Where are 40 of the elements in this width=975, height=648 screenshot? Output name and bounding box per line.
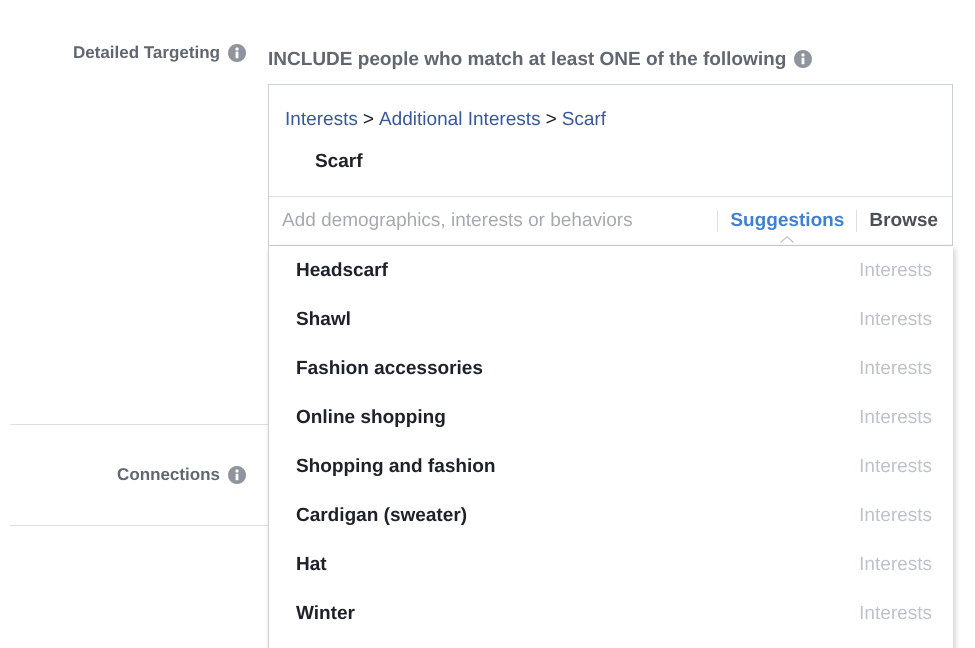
tab[interactable]: Suggestions — [718, 197, 856, 245]
section-heading: INCLUDE people who match at least ONE of the following — [268, 48, 786, 70]
tab[interactable]: Browse — [857, 197, 950, 245]
suggestion-name: Fashion accessories — [296, 357, 483, 380]
suggestion-item[interactable]: Shopping and fashion Interests — [269, 442, 953, 491]
suggestion-name: Hat — [296, 553, 327, 576]
info-icon[interactable] — [794, 50, 812, 68]
suggestion-item[interactable]: Hat Interests — [269, 540, 953, 589]
suggestion-name: Headscarf — [296, 259, 388, 282]
suggestion-category: Interests — [859, 602, 932, 625]
suggestion-item[interactable]: Winter Interests — [269, 589, 953, 638]
info-icon[interactable] — [228, 44, 246, 62]
suggestion-category: Interests — [859, 504, 932, 527]
breadcrumb-separator: > — [362, 108, 374, 131]
suggestion-name: Winter — [296, 602, 355, 625]
section-label: Detailed Targeting — [72, 42, 220, 64]
suggestion-category: Interests — [859, 455, 932, 478]
suggestion-category: Interests — [859, 553, 932, 576]
suggestion-item[interactable]: Headscarf Interests — [269, 246, 953, 295]
breadcrumb-link[interactable]: Scarf — [562, 108, 606, 131]
breadcrumb-link[interactable]: Interests — [285, 108, 358, 131]
suggestion-item[interactable]: Online shopping Interests — [269, 393, 953, 442]
suggestion-item[interactable]: Cardigan (sweater) Interests — [269, 491, 953, 540]
suggestion-category: Interests — [859, 308, 932, 331]
info-icon[interactable] — [228, 466, 246, 484]
suggestion-name: Shopping and fashion — [296, 455, 496, 478]
selected-interest: Scarf — [315, 150, 363, 173]
breadcrumb-separator: > — [546, 108, 557, 131]
suggestion-category: Interests — [859, 357, 932, 380]
section-label: Connections — [117, 464, 220, 486]
suggestion-item[interactable]: Fashion accessories Interests — [269, 344, 953, 393]
suggestion-category: Interests — [859, 259, 932, 282]
suggestion-category: Interests — [859, 406, 932, 429]
breadcrumb-link[interactable]: Additional Interests — [378, 108, 541, 131]
suggestion-item[interactable]: Shawl Interests — [269, 295, 953, 344]
suggestion-name: Cardigan (sweater) — [296, 504, 468, 527]
suggestion-name: Online shopping — [296, 406, 446, 429]
caret-up-icon — [780, 236, 794, 243]
suggestion-name: Shawl — [296, 308, 351, 331]
search-field[interactable]: Add demographics, interests or behaviors — [269, 197, 718, 245]
